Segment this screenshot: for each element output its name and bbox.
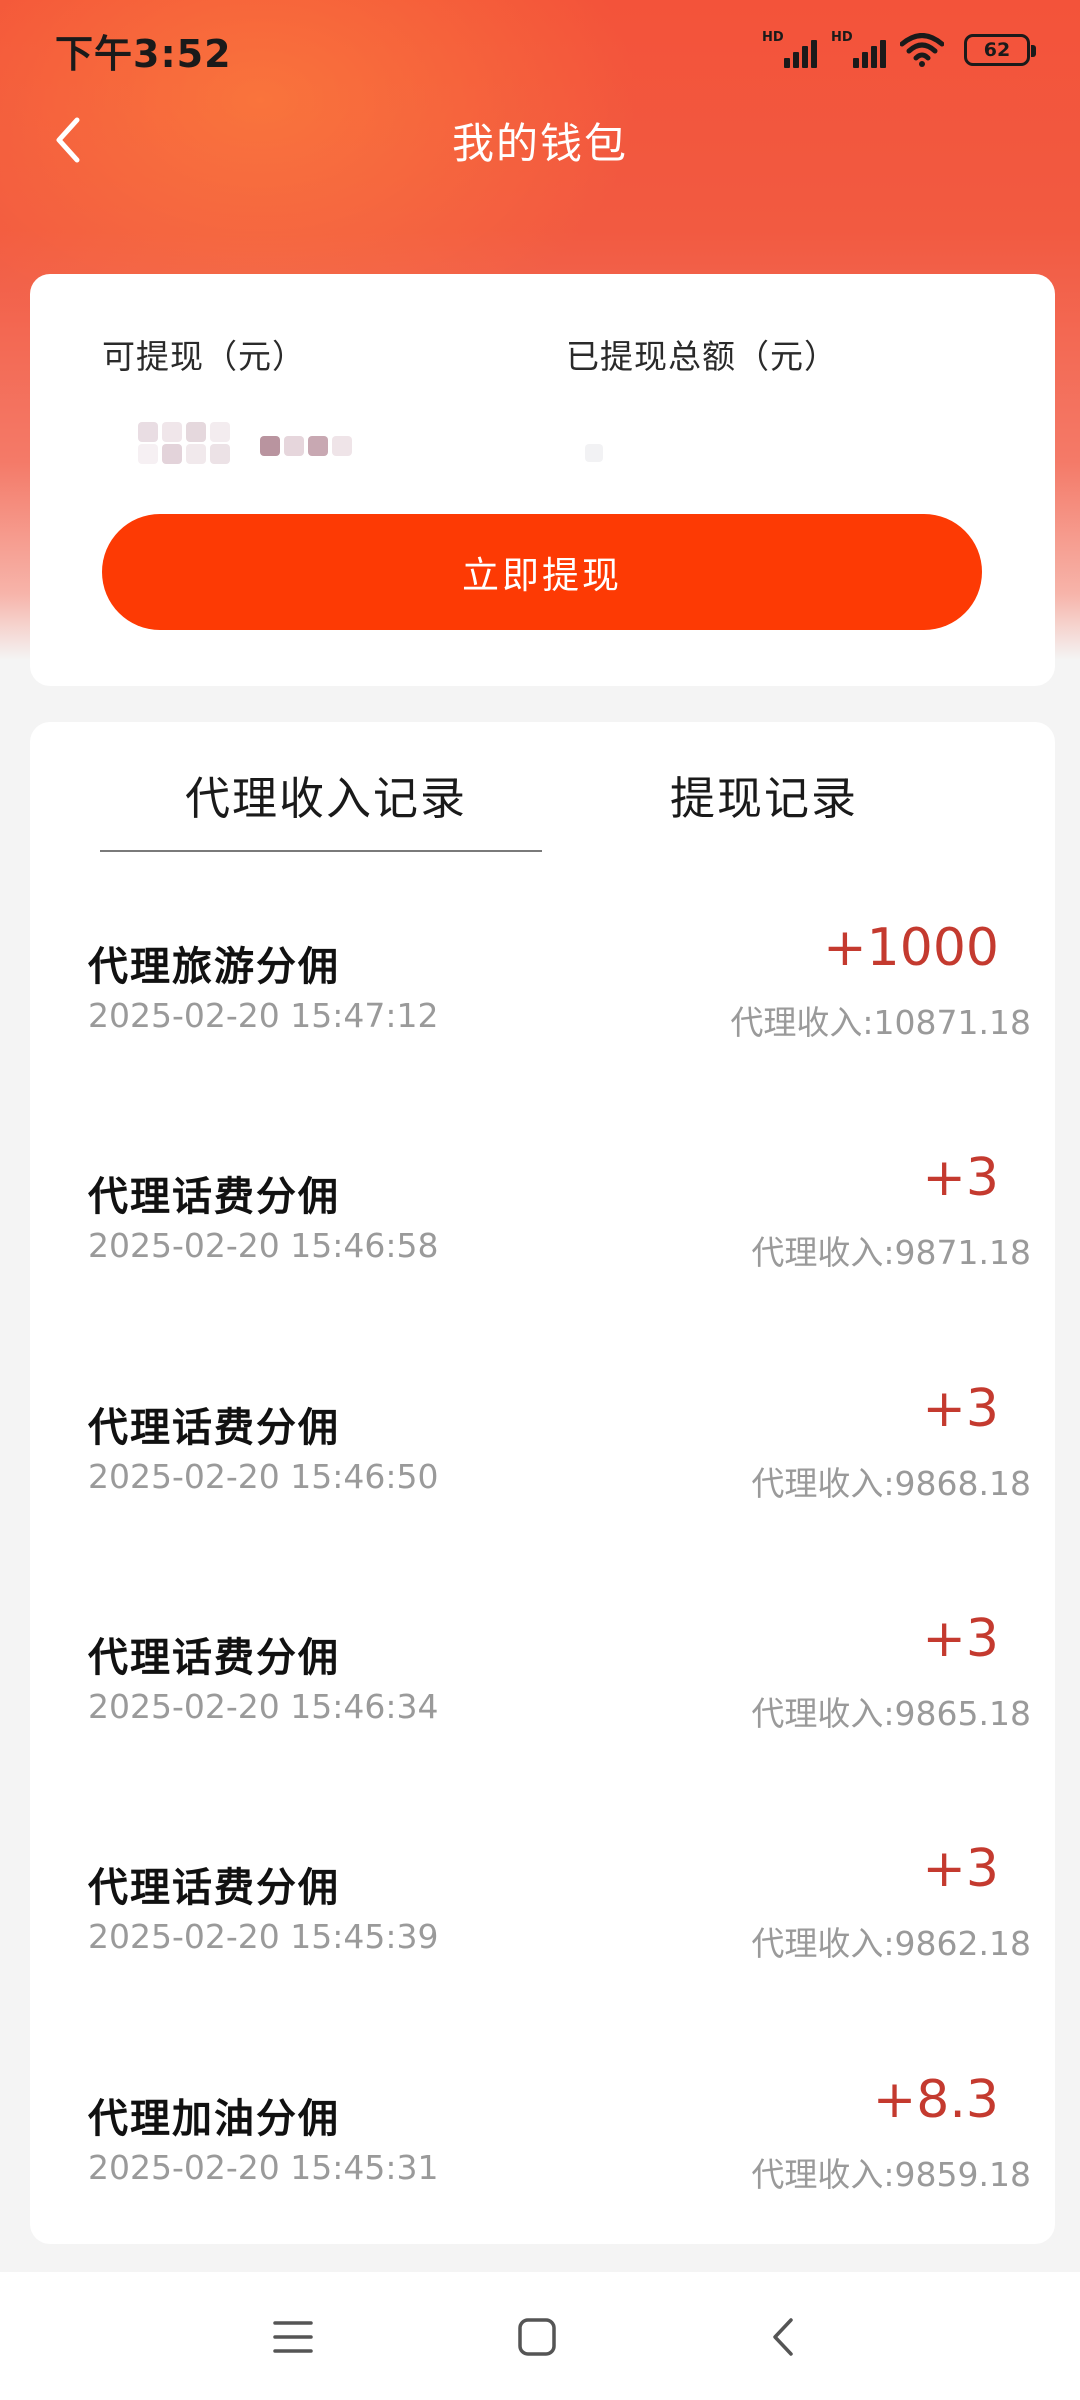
status-time: 下午3:52 bbox=[55, 31, 232, 76]
record-balance: 代理收入:9859.18 bbox=[751, 2155, 1031, 2194]
record-amount: +3 bbox=[922, 1839, 999, 1899]
record-title: 代理加油分佣 bbox=[88, 2096, 340, 2142]
status-icons: HD HD 62 bbox=[762, 30, 1036, 68]
record-balance: 代理收入:10871.18 bbox=[730, 1003, 1031, 1042]
withdrawn-total-redacted bbox=[585, 444, 603, 462]
records-card: 代理收入记录 提现记录 代理旅游分佣 2025-02-20 15:47:12 +… bbox=[30, 722, 1055, 2244]
home-button[interactable] bbox=[512, 2312, 562, 2362]
tab-withdraw-records[interactable]: 提现记录 bbox=[670, 762, 858, 827]
system-nav-bar bbox=[0, 2272, 1080, 2400]
tab-bar: 代理收入记录 提现记录 bbox=[30, 722, 1055, 852]
withdrawable-amount-redacted-2 bbox=[138, 444, 230, 464]
record-title: 代理话费分佣 bbox=[88, 1635, 340, 1681]
list-item[interactable]: 代理旅游分佣 2025-02-20 15:47:12 +1000 代理收入:10… bbox=[30, 918, 1055, 1134]
record-title: 代理话费分佣 bbox=[88, 1405, 340, 1451]
list-item[interactable]: 代理话费分佣 2025-02-20 15:46:34 +3 代理收入:9865.… bbox=[30, 1609, 1055, 1825]
record-time: 2025-02-20 15:46:58 bbox=[88, 1226, 439, 1265]
tab-agent-income[interactable]: 代理收入记录 bbox=[185, 762, 467, 827]
list-item[interactable]: 代理加油分佣 2025-02-20 15:45:31 +8.3 代理收入:985… bbox=[30, 2070, 1055, 2286]
withdrawn-total-label: 已提现总额（元） bbox=[566, 337, 838, 376]
record-amount: +3 bbox=[922, 1148, 999, 1208]
wifi-icon bbox=[900, 33, 944, 67]
withdrawable-amount-redacted bbox=[138, 422, 230, 442]
record-balance: 代理收入:9865.18 bbox=[751, 1694, 1031, 1733]
back-button[interactable] bbox=[40, 112, 96, 168]
record-time: 2025-02-20 15:45:39 bbox=[88, 1917, 439, 1956]
record-amount: +3 bbox=[922, 1379, 999, 1439]
signal-icon: HD bbox=[762, 30, 817, 68]
home-square-icon bbox=[518, 2318, 556, 2356]
record-time: 2025-02-20 15:46:34 bbox=[88, 1687, 439, 1726]
record-balance: 代理收入:9862.18 bbox=[751, 1924, 1031, 1963]
list-item[interactable]: 代理话费分佣 2025-02-20 15:46:58 +3 代理收入:9871.… bbox=[30, 1148, 1055, 1364]
record-amount: +8.3 bbox=[872, 2070, 999, 2130]
list-item[interactable]: 代理话费分佣 2025-02-20 15:46:50 +3 代理收入:9868.… bbox=[30, 1379, 1055, 1595]
page-title: 我的钱包 bbox=[451, 118, 628, 168]
record-amount: +3 bbox=[922, 1609, 999, 1669]
list-item[interactable]: 代理话费分佣 2025-02-20 15:45:39 +3 代理收入:9862.… bbox=[30, 1839, 1055, 2055]
system-back-button[interactable] bbox=[758, 2312, 808, 2362]
nav-bar: 我的钱包 bbox=[0, 100, 1080, 180]
record-balance: 代理收入:9871.18 bbox=[751, 1233, 1031, 1272]
withdrawable-label: 可提现（元） bbox=[102, 337, 306, 376]
record-title: 代理话费分佣 bbox=[88, 1174, 340, 1220]
record-amount: +1000 bbox=[823, 918, 999, 978]
record-title: 代理旅游分佣 bbox=[88, 944, 340, 990]
record-balance: 代理收入:9868.18 bbox=[751, 1464, 1031, 1503]
record-time: 2025-02-20 15:47:12 bbox=[88, 996, 439, 1035]
battery-icon: 62 bbox=[964, 34, 1036, 66]
chevron-left-icon bbox=[56, 117, 80, 163]
back-triangle-icon bbox=[773, 2318, 793, 2356]
withdraw-button[interactable]: 立即提现 bbox=[102, 514, 982, 630]
record-time: 2025-02-20 15:46:50 bbox=[88, 1457, 439, 1496]
active-tab-indicator bbox=[100, 850, 542, 852]
status-bar: 下午3:52 HD HD 62 bbox=[0, 0, 1080, 100]
record-time: 2025-02-20 15:45:31 bbox=[88, 2148, 439, 2187]
withdrawable-amount-redacted-3 bbox=[260, 436, 352, 456]
signal-icon-2: HD bbox=[831, 30, 886, 68]
battery-level: 62 bbox=[983, 39, 1011, 61]
menu-icon bbox=[273, 2321, 313, 2353]
menu-button[interactable] bbox=[268, 2312, 318, 2362]
record-title: 代理话费分佣 bbox=[88, 1865, 340, 1911]
wallet-card: 可提现（元） 已提现总额（元） 立即提现 bbox=[30, 274, 1055, 686]
